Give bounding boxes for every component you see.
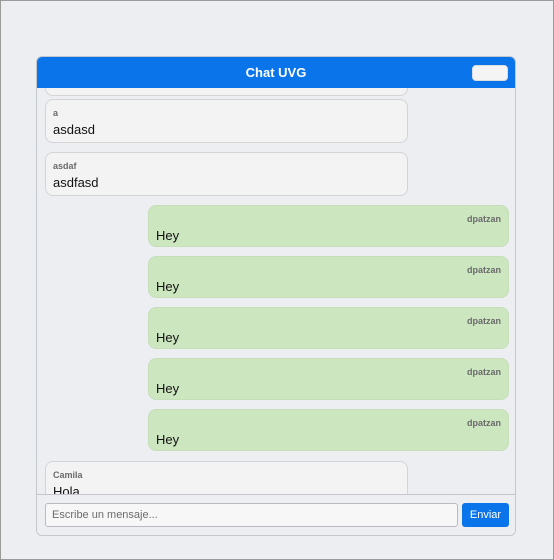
message-item: dpatzan Hey	[148, 358, 509, 400]
message-composer: Enviar	[37, 494, 515, 535]
message-item: dpatzan Hey	[148, 409, 509, 451]
message-item: dpatzan Hey	[148, 205, 509, 247]
message-text: Hey	[156, 381, 180, 396]
message-item: dpatzan Hey	[148, 307, 509, 349]
chat-window: Chat UVG a asdasd asdaf asdfasd dpatzan …	[36, 56, 516, 536]
message-item: a asdasd	[45, 99, 408, 143]
message-text: asdfasd	[53, 175, 99, 190]
message-sender: dpatzan	[466, 367, 501, 377]
message-text: Hey	[156, 228, 180, 243]
message-text: Hey	[156, 330, 180, 345]
message-item	[45, 88, 408, 96]
message-sender: dpatzan	[466, 418, 501, 428]
chat-title: Chat UVG	[245, 65, 307, 80]
message-item: dpatzan Hey	[148, 256, 509, 298]
message-input[interactable]	[45, 503, 458, 527]
message-list[interactable]: a asdasd asdaf asdfasd dpatzan Hey dpatz…	[37, 88, 515, 495]
message-item: Camila Hola	[45, 461, 408, 495]
message-sender: a	[53, 108, 59, 118]
message-sender: Camila	[53, 470, 83, 480]
message-text: Hey	[156, 279, 180, 294]
chat-header: Chat UVG	[37, 57, 515, 88]
message-item: asdaf asdfasd	[45, 152, 408, 196]
message-sender: asdaf	[53, 161, 77, 171]
message-sender: dpatzan	[466, 265, 501, 275]
message-sender: dpatzan	[466, 214, 501, 224]
message-sender: dpatzan	[466, 316, 501, 326]
message-text: Hey	[156, 432, 180, 447]
send-button[interactable]: Enviar	[462, 503, 509, 527]
header-action-button[interactable]	[472, 65, 508, 81]
message-text: asdasd	[53, 122, 95, 137]
